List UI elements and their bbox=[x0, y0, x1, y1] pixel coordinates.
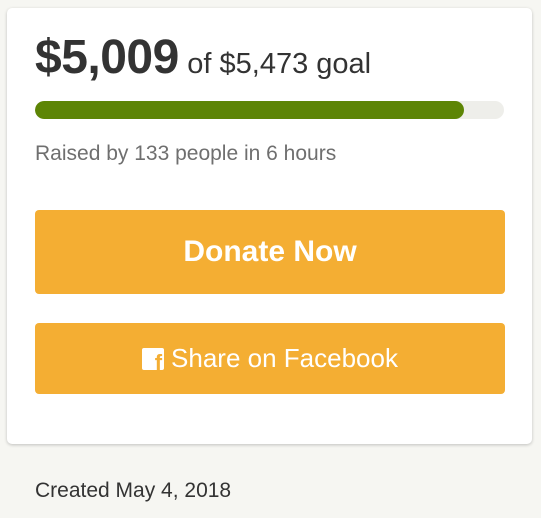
donate-now-button[interactable]: Donate Now bbox=[35, 210, 505, 294]
progress-bar bbox=[35, 101, 504, 119]
donate-button-label: Donate Now bbox=[183, 235, 357, 268]
facebook-icon bbox=[142, 347, 165, 370]
donors-summary: Raised by 133 people in 6 hours bbox=[35, 142, 337, 165]
share-button-label: Share on Facebook bbox=[171, 343, 398, 373]
funding-amount: $5,009 of $5,473 goal bbox=[35, 30, 371, 85]
donation-card: $5,009 of $5,473 goal Raised by 133 peop… bbox=[7, 8, 532, 444]
progress-fill bbox=[35, 101, 465, 119]
created-date: Created May 4, 2018 bbox=[35, 479, 232, 502]
goal-amount: of $5,473 goal bbox=[187, 48, 372, 80]
raised-amount: $5,009 bbox=[35, 31, 179, 84]
share-on-facebook-button[interactable]: Share on Facebook bbox=[35, 323, 505, 394]
